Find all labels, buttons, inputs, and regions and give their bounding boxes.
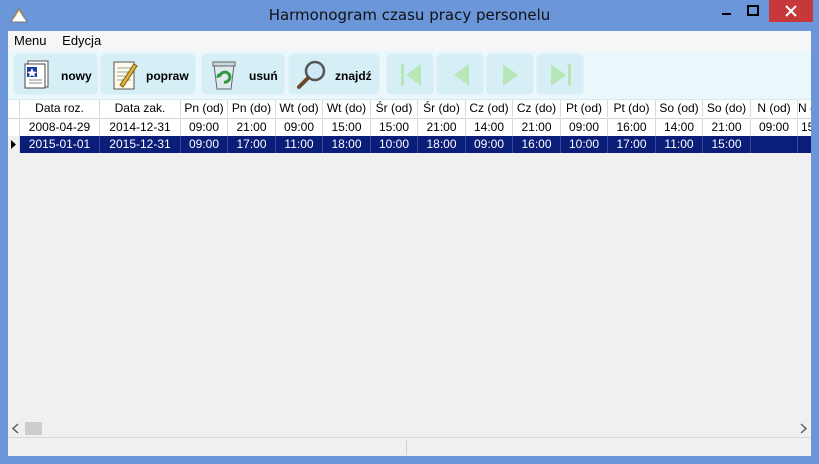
table-cell[interactable]: 21:00 (418, 119, 466, 136)
column-header[interactable]: Pt (od) (561, 100, 608, 117)
table-cell[interactable]: 09:00 (561, 119, 608, 136)
maximize-icon (747, 5, 759, 16)
find-label: znajdź (335, 69, 372, 83)
last-record-button[interactable] (536, 53, 584, 95)
client-area: Menu Edycja nowy popraw usuń znajdź Data… (8, 31, 811, 456)
table-row-selected[interactable]: 2015-01-01 2015-12-31 09:00 17:00 11:00 … (8, 136, 811, 153)
table-cell[interactable]: 14:00 (656, 119, 703, 136)
table-cell[interactable]: 21:00 (228, 119, 276, 136)
table-cell[interactable] (798, 136, 811, 153)
table-cell[interactable]: 10:00 (561, 136, 608, 153)
table-cell[interactable]: 15 (798, 119, 811, 136)
table-cell[interactable]: 09:00 (751, 119, 798, 136)
table-cell[interactable]: 2015-01-01 (20, 136, 100, 153)
column-header[interactable]: N ( (798, 100, 811, 117)
current-row-arrow-icon (11, 140, 16, 149)
find-button[interactable]: znajdź (288, 53, 380, 95)
window-title: Harmonogram czasu pracy personelu (268, 6, 551, 24)
menu-item-edycja[interactable]: Edycja (56, 31, 107, 48)
title-bar[interactable]: Harmonogram czasu pracy personelu (0, 0, 819, 31)
table-cell[interactable]: 17:00 (608, 136, 656, 153)
column-header[interactable]: Pn (od) (181, 100, 228, 117)
table-cell[interactable]: 21:00 (513, 119, 561, 136)
minimize-button[interactable] (713, 0, 739, 22)
status-separator (406, 440, 407, 455)
minimize-icon (722, 13, 731, 15)
table-cell[interactable]: 21:00 (703, 119, 751, 136)
edit-label: popraw (146, 69, 189, 83)
table-cell[interactable]: 09:00 (181, 119, 228, 136)
table-cell[interactable]: 16:00 (513, 136, 561, 153)
prev-record-button[interactable] (436, 53, 484, 95)
table-cell[interactable]: 11:00 (656, 136, 703, 153)
edit-record-icon (113, 61, 138, 90)
close-icon (785, 5, 797, 17)
table-cell[interactable]: 18:00 (418, 136, 466, 153)
table-cell[interactable]: 2008-04-29 (20, 119, 100, 136)
row-indicator (8, 119, 20, 136)
table-cell[interactable]: 09:00 (276, 119, 323, 136)
prev-record-icon (454, 64, 469, 86)
menu-bar: Menu Edycja (8, 31, 811, 51)
table-cell[interactable]: 09:00 (181, 136, 228, 153)
scroll-left-button[interactable] (8, 420, 24, 437)
table-cell[interactable] (751, 136, 798, 153)
next-record-button[interactable] (486, 53, 534, 95)
delete-button[interactable]: usuń (201, 53, 285, 95)
column-header[interactable]: Śr (od) (371, 100, 418, 117)
chevron-right-icon (800, 423, 808, 434)
delete-label: usuń (249, 69, 278, 83)
first-record-button[interactable] (386, 53, 434, 95)
chevron-left-icon (11, 423, 19, 434)
column-header[interactable]: Cz (od) (466, 100, 513, 117)
new-record-icon (24, 60, 49, 89)
edit-button[interactable]: popraw (100, 53, 196, 95)
table-row[interactable]: 2008-04-29 2014-12-31 09:00 21:00 09:00 … (8, 119, 811, 136)
close-button[interactable] (769, 0, 813, 22)
toolbar: nowy popraw usuń znajdź (8, 51, 811, 100)
column-header[interactable]: Pt (do) (608, 100, 656, 117)
table-cell[interactable]: 10:00 (371, 136, 418, 153)
last-record-icon (551, 64, 571, 86)
column-header[interactable]: Data roz. (20, 100, 100, 117)
column-header[interactable]: Wt (do) (323, 100, 371, 117)
find-icon (297, 60, 326, 89)
delete-record-icon (212, 61, 236, 90)
table-cell[interactable]: 2014-12-31 (100, 119, 181, 136)
table-cell[interactable]: 18:00 (323, 136, 371, 153)
column-header[interactable]: Śr (do) (418, 100, 466, 117)
column-header[interactable]: Data zak. (100, 100, 181, 117)
column-header[interactable]: So (od) (656, 100, 703, 117)
table-cell[interactable]: 16:00 (608, 119, 656, 136)
next-record-icon (503, 64, 518, 86)
scroll-right-button[interactable] (795, 420, 811, 437)
column-header[interactable]: N (od) (751, 100, 798, 117)
maximize-button[interactable] (740, 0, 766, 22)
menu-item-menu[interactable]: Menu (8, 31, 53, 48)
header-corner (8, 100, 20, 117)
first-record-icon (401, 64, 421, 86)
column-header[interactable]: Wt (od) (276, 100, 323, 117)
table-cell[interactable]: 15:00 (371, 119, 418, 136)
table-cell[interactable]: 14:00 (466, 119, 513, 136)
table-cell[interactable]: 11:00 (276, 136, 323, 153)
column-header[interactable]: So (do) (703, 100, 751, 117)
table-cell[interactable]: 09:00 (466, 136, 513, 153)
column-header[interactable]: Pn (do) (228, 100, 276, 117)
table-cell[interactable]: 2015-12-31 (100, 136, 181, 153)
table-cell[interactable]: 17:00 (228, 136, 276, 153)
horizontal-scrollbar[interactable] (8, 420, 811, 437)
app-window: Harmonogram czasu pracy personelu Menu E… (0, 0, 819, 464)
data-grid: Data roz. Data zak. Pn (od) Pn (do) Wt (… (8, 100, 811, 420)
scroll-thumb[interactable] (25, 422, 42, 435)
grid-header: Data roz. Data zak. Pn (od) Pn (do) Wt (… (8, 100, 811, 119)
column-header[interactable]: Cz (do) (513, 100, 561, 117)
status-bar (8, 437, 811, 456)
new-button[interactable]: nowy (13, 53, 98, 95)
new-label: nowy (61, 69, 92, 83)
row-indicator (8, 136, 20, 153)
table-cell[interactable]: 15:00 (703, 136, 751, 153)
table-cell[interactable]: 15:00 (323, 119, 371, 136)
